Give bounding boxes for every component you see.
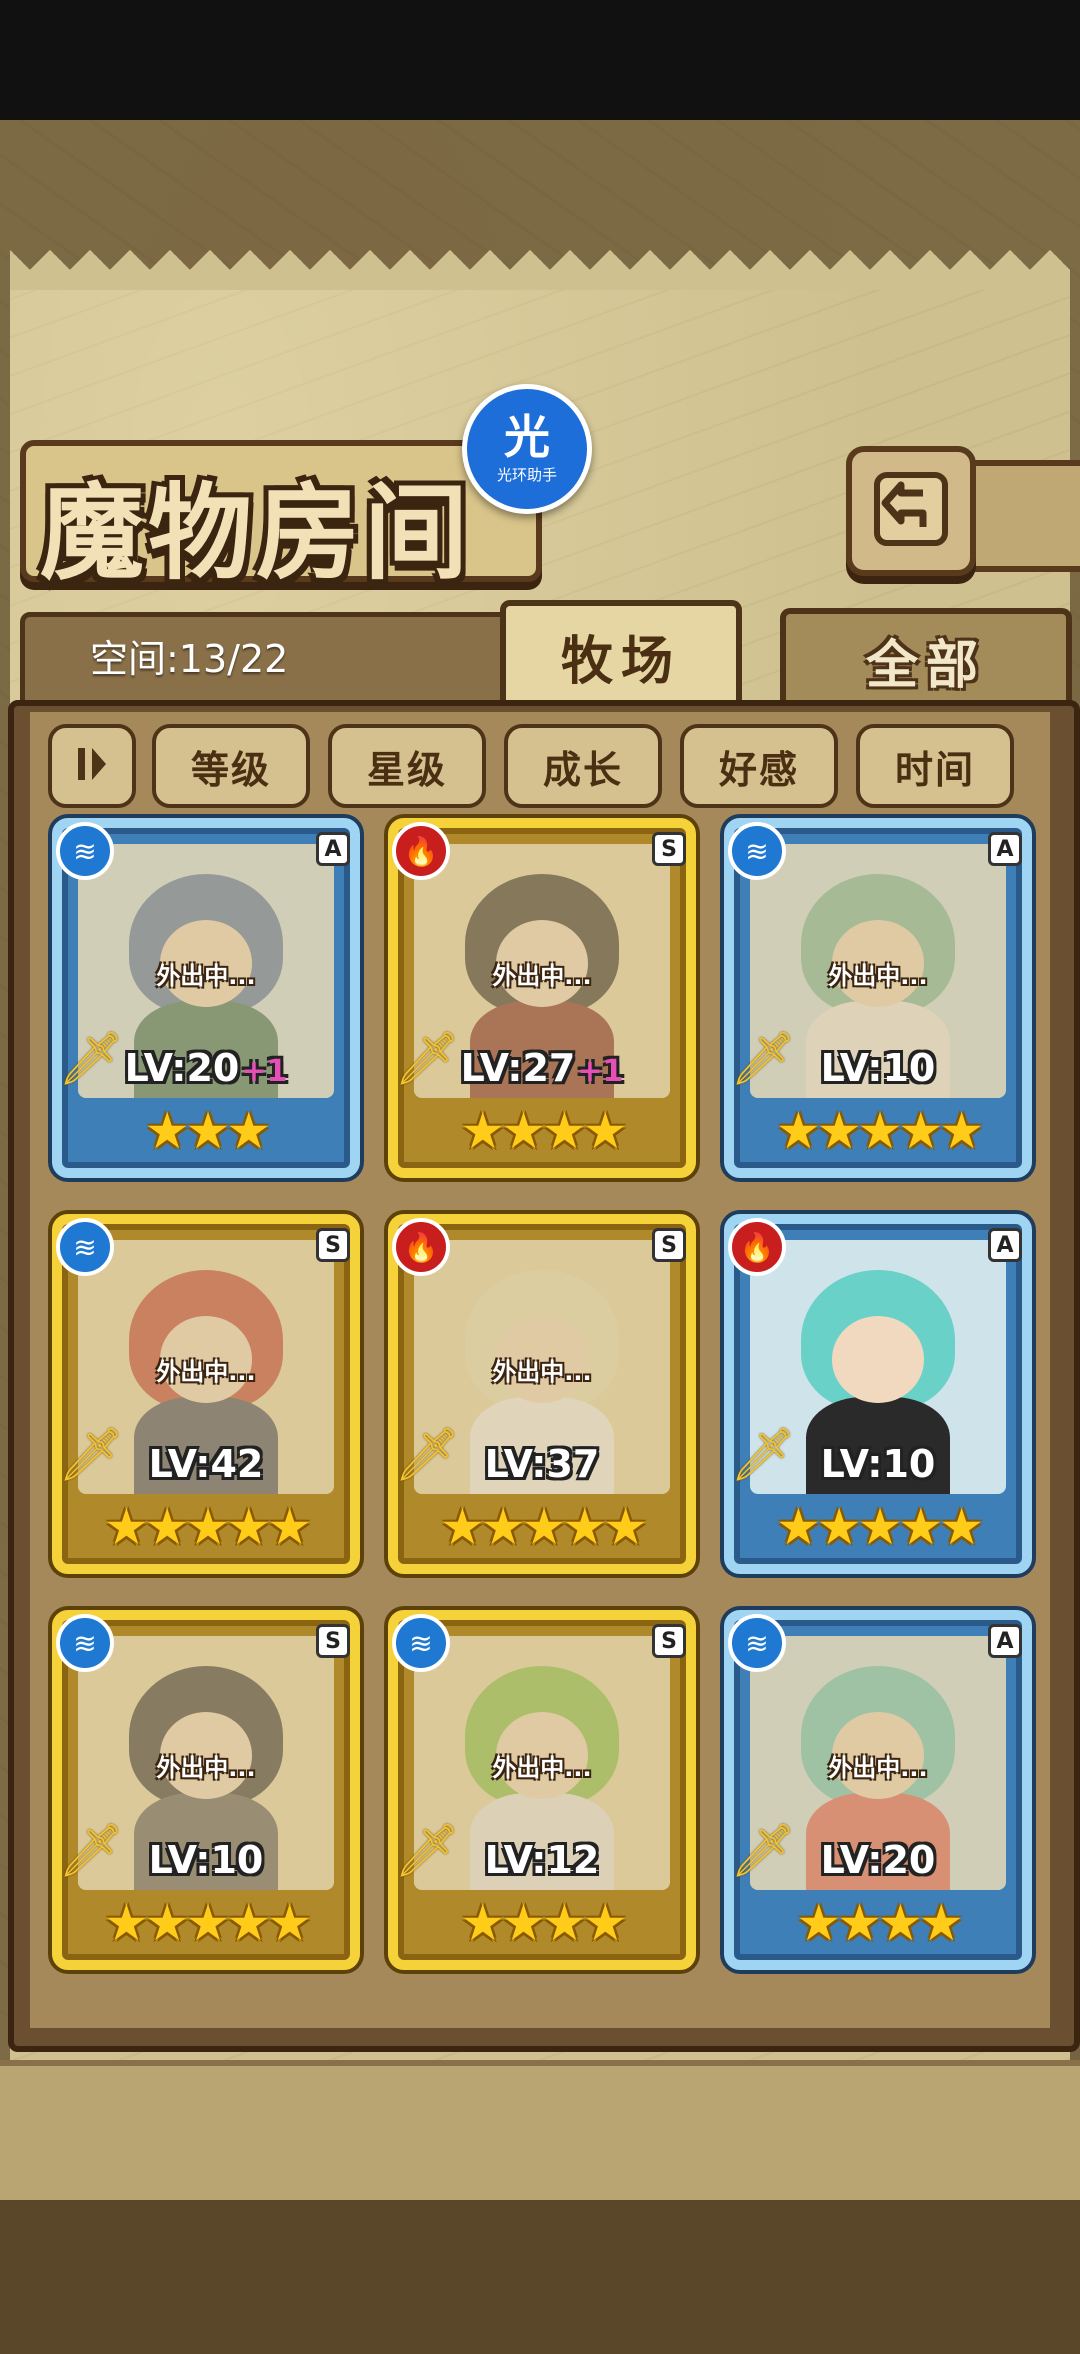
rank-badge: S xyxy=(652,1228,686,1262)
monster-level: LV:10 xyxy=(734,1442,1022,1486)
monster-card[interactable]: 外出中... 🔥 S 🗡 LV:37 ★★★★★ xyxy=(388,1214,696,1574)
level-value: LV:42 xyxy=(148,1442,264,1486)
level-value: LV:10 xyxy=(820,1046,936,1090)
sort-affection-button[interactable]: 好感 xyxy=(680,724,838,808)
level-bonus: +1 xyxy=(577,1054,624,1089)
rank-badge: A xyxy=(988,832,1022,866)
helper-app-badge[interactable]: 光 光环助手 xyxy=(462,384,592,514)
away-status-label: 外出中... xyxy=(828,1754,928,1782)
monster-level: LV:20 xyxy=(734,1838,1022,1882)
monster-card[interactable]: 外出中... ≋ S 🗡 LV:42 ★★★★★ xyxy=(52,1214,360,1574)
fire-element-icon: 🔥 xyxy=(392,1218,450,1276)
monster-level: LV:37 xyxy=(398,1442,686,1486)
monster-card[interactable]: 外出中... ≋ S 🗡 LV:12 ★★★★ xyxy=(388,1610,696,1970)
sort-level-button[interactable]: 等级 xyxy=(152,724,310,808)
fire-element-icon: 🔥 xyxy=(392,822,450,880)
rank-badge: S xyxy=(652,832,686,866)
star-rating: ★★★★★ xyxy=(775,1102,984,1160)
away-status-label: 外出中... xyxy=(156,1754,256,1782)
level-bonus: +1 xyxy=(241,1054,288,1089)
rank-badge: A xyxy=(988,1624,1022,1658)
level-value: LV:20 xyxy=(124,1046,240,1090)
away-status-label: 外出中... xyxy=(828,962,928,990)
away-status-label: 外出中... xyxy=(492,962,592,990)
sort-bar: 等级 星级 成长 好感 时间 xyxy=(48,724,1014,808)
monster-level: LV:27+1 xyxy=(398,1046,686,1090)
tab-all[interactable]: 全部 xyxy=(780,608,1072,706)
star-rating: ★★★★★ xyxy=(103,1498,312,1556)
star-rating: ★★★★ xyxy=(460,1894,627,1952)
star-rating: ★★★★★ xyxy=(775,1498,984,1556)
tab-ranch[interactable]: 牧场 xyxy=(500,600,742,706)
monster-level: LV:10 xyxy=(62,1838,350,1882)
space-counter: 空间:13/22 xyxy=(90,637,289,681)
away-status-label: 外出中... xyxy=(156,1358,256,1386)
monster-card[interactable]: 外出中... 🔥 S 🗡 LV:27+1 ★★★★ xyxy=(388,818,696,1178)
level-value: LV:12 xyxy=(484,1838,600,1882)
star-rating: ★★★★ xyxy=(460,1102,627,1160)
rank-badge: S xyxy=(316,1624,350,1658)
away-status-label: 外出中... xyxy=(156,962,256,990)
back-button[interactable] xyxy=(846,446,976,576)
sort-time-button[interactable]: 时间 xyxy=(856,724,1014,808)
return-arrow-icon xyxy=(871,469,951,553)
water-element-icon: ≋ xyxy=(56,1614,114,1672)
star-rating: ★★★★★ xyxy=(439,1498,648,1556)
monster-card[interactable]: 外出中... ≋ A 🗡 LV:20+1 ★★★ xyxy=(52,818,360,1178)
monster-level: LV:20+1 xyxy=(62,1046,350,1090)
rank-badge: S xyxy=(316,1228,350,1262)
fire-element-icon: 🔥 xyxy=(728,1218,786,1276)
level-value: LV:27 xyxy=(460,1046,576,1090)
level-value: LV:37 xyxy=(484,1442,600,1486)
level-value: LV:10 xyxy=(148,1838,264,1882)
monster-card[interactable]: 外出中... ≋ S 🗡 LV:10 ★★★★★ xyxy=(52,1610,360,1970)
monster-card[interactable]: 外出中... ≋ A 🗡 LV:10 ★★★★★ xyxy=(724,818,1032,1178)
bottom-area xyxy=(0,2200,1080,2354)
rank-badge: S xyxy=(652,1624,686,1658)
monster-level: LV:42 xyxy=(62,1442,350,1486)
star-rating: ★★★★★ xyxy=(103,1894,312,1952)
sort-order-icon xyxy=(70,742,114,790)
level-value: LV:10 xyxy=(820,1442,936,1486)
star-rating: ★★★★ xyxy=(796,1894,963,1952)
water-element-icon: ≋ xyxy=(56,822,114,880)
rank-badge: A xyxy=(316,832,350,866)
level-value: LV:20 xyxy=(820,1838,936,1882)
monster-level: LV:12 xyxy=(398,1838,686,1882)
sort-growth-button[interactable]: 成长 xyxy=(504,724,662,808)
water-element-icon: ≋ xyxy=(392,1614,450,1672)
helper-badge-glyph: 光 xyxy=(504,409,550,464)
sort-order-button[interactable] xyxy=(48,724,136,808)
water-element-icon: ≋ xyxy=(728,822,786,880)
water-element-icon: ≋ xyxy=(728,1614,786,1672)
monster-card[interactable]: 外出中... ≋ A 🗡 LV:20 ★★★★ xyxy=(724,1610,1032,1970)
monster-level: LV:10 xyxy=(734,1046,1022,1090)
helper-badge-caption: 光环助手 xyxy=(496,465,557,484)
away-status-label: 外出中... xyxy=(492,1754,592,1782)
water-element-icon: ≋ xyxy=(56,1218,114,1276)
away-status-label: 外出中... xyxy=(492,1358,592,1386)
page-title: 魔物房间 xyxy=(40,471,473,594)
monster-card[interactable]: 🔥 A 🗡 LV:10 ★★★★★ xyxy=(724,1214,1032,1574)
sort-stars-button[interactable]: 星级 xyxy=(328,724,486,808)
star-rating: ★★★ xyxy=(144,1102,271,1160)
rank-badge: A xyxy=(988,1228,1022,1262)
bottom-strip xyxy=(0,2060,1080,2206)
